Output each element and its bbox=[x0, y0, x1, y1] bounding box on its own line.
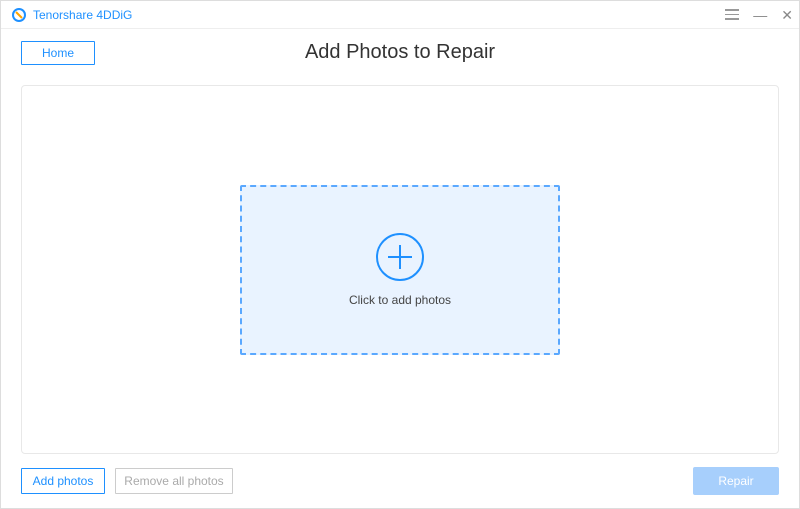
app-title: Tenorshare 4DDiG bbox=[33, 8, 132, 22]
header-row: Home Add Photos to Repair bbox=[1, 29, 799, 75]
add-photos-dropzone[interactable]: Click to add photos bbox=[240, 185, 560, 355]
main-panel: Click to add photos bbox=[21, 85, 779, 454]
titlebar: Tenorshare 4DDiG — ✕ bbox=[1, 1, 799, 29]
close-button[interactable]: ✕ bbox=[781, 8, 793, 22]
dropzone-caption: Click to add photos bbox=[349, 293, 451, 307]
window-controls: — ✕ bbox=[725, 8, 793, 22]
minimize-button[interactable]: — bbox=[753, 8, 767, 22]
plus-icon bbox=[376, 233, 424, 281]
app-window: Tenorshare 4DDiG — ✕ Home Add Photos to … bbox=[0, 0, 800, 509]
repair-button[interactable]: Repair bbox=[693, 467, 779, 495]
footer-left-group: Add photos Remove all photos bbox=[21, 468, 233, 494]
title-left: Tenorshare 4DDiG bbox=[11, 7, 132, 23]
add-photos-button[interactable]: Add photos bbox=[21, 468, 105, 494]
remove-all-button[interactable]: Remove all photos bbox=[115, 468, 233, 494]
app-logo-icon bbox=[11, 7, 27, 23]
home-button[interactable]: Home bbox=[21, 41, 95, 65]
footer-bar: Add photos Remove all photos Repair bbox=[1, 454, 799, 508]
menu-icon[interactable] bbox=[725, 9, 739, 20]
page-title: Add Photos to Repair bbox=[1, 41, 799, 64]
